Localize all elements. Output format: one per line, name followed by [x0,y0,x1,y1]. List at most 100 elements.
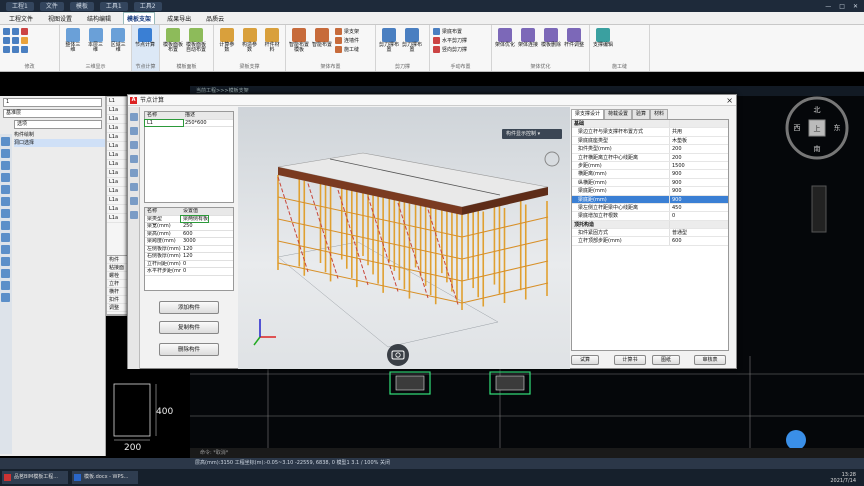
display-control-dropdown[interactable]: 构件显示控制 ▾ [502,129,562,139]
list-item[interactable]: L1a [107,151,129,160]
prop-tab[interactable]: 荷载设置 [604,109,633,119]
menu-tab-active[interactable]: 模板支架 [123,12,156,24]
menu-tab[interactable]: 品质云 [203,13,227,24]
prop-row[interactable]: 梁底距(mm) 900 [572,187,728,196]
table-row[interactable]: 梁高(mm) 600 [145,231,233,238]
small-tool[interactable]: 竖向剪刀撑 [433,46,467,53]
reset-view-icon[interactable] [544,151,560,167]
list-item[interactable]: L1a [107,160,129,169]
title-tab[interactable]: 工具2 [133,1,162,11]
prop-item[interactable]: 构件 [107,256,129,264]
nav-bar[interactable] [811,185,827,233]
prop-row[interactable]: 横距离(mm) 900 [572,170,728,179]
prop-tab[interactable]: 材料 [650,109,669,119]
table-row[interactable]: 梁类型 梁两侧有板 [145,214,233,223]
prop-row[interactable]: 步距(mm) 1500 [572,161,728,171]
prop-row[interactable]: 梁底底座类型 木垫板 [572,136,728,146]
close-icon[interactable]: × [726,95,733,106]
delete-member-button[interactable]: 删除构件 [159,343,219,356]
tool-icon[interactable] [1,293,10,302]
taskbar-app[interactable]: 品茗BIM模板工程... [2,471,68,484]
title-tab[interactable]: 文件 [39,1,64,11]
table-cell[interactable]: 120 [181,253,193,260]
member-material-button[interactable]: 杆件材料 [262,28,282,53]
prop-row[interactable]: 梁边立杆与梁支撑杆布置方式 共用 [572,128,728,137]
floor-dropdown[interactable]: 1 [3,98,102,107]
tool-icon[interactable] [1,137,10,146]
tool-tab-icon[interactable] [130,155,138,163]
tool-tab-icon[interactable] [130,113,138,121]
brace-place-button[interactable]: 剪刀撑布置 [402,28,422,53]
table-row[interactable]: 梁跨度(mm) 3000 [145,238,233,246]
table-cell[interactable]: 250 [181,223,193,230]
menu-tab[interactable]: 工程文件 [6,13,36,24]
prop-row[interactable]: 梁底增加立杆根数 0 [572,212,728,221]
support-edit-button[interactable]: 支撑编辑 [593,28,613,48]
tool-tab-icon[interactable] [130,127,138,135]
table-row[interactable]: 梁宽(mm) 250 [145,223,233,231]
tool-tab-icon[interactable] [130,197,138,205]
prop-row[interactable]: 立杆顶部步距(mm) 600 [572,237,728,246]
prop-value[interactable]: 200 [670,154,728,161]
menu-tab[interactable]: 视图设置 [45,13,75,24]
table-row[interactable]: 立杆间距(mm) 0 [145,261,233,268]
dialog-title-bar[interactable]: A 节点计算 × [128,95,736,106]
prop-group[interactable]: 基础 [572,120,728,129]
prop-value[interactable]: 0 [670,212,728,219]
tool-icon[interactable] [1,257,10,266]
prop-tab[interactable]: 验算 [632,109,651,119]
table-cell[interactable]: L1 [144,118,184,127]
tool-icon[interactable] [1,245,10,254]
prop-group[interactable]: 顶托构造 [572,220,728,230]
prop-row[interactable]: 纵横距(mm) 900 [572,178,728,188]
command-line[interactable]: 命令: *取消* [190,448,864,458]
calc-param-button[interactable]: 计算参数 [217,28,237,53]
add-member-button[interactable]: 添加构件 [159,301,219,314]
tree-item-opening[interactable]: 洞口选择 [14,139,105,147]
table-row[interactable]: 水平杆步距(mm)0 [145,268,233,276]
calc-report-button[interactable]: 计算书 [614,355,646,365]
compass[interactable]: 北 南 东 西 上 [785,96,849,160]
prop-row[interactable]: 扣件类型(mm) 200 [572,145,728,154]
prop-value[interactable]: 900 [670,179,728,186]
smart-place-button[interactable]: 智能布置 [312,28,332,48]
list-item[interactable]: L1a [107,196,129,205]
prop-value[interactable]: 900 [670,170,728,177]
option-dropdown[interactable]: 选项 [14,120,102,129]
table-cell[interactable]: 0 [181,261,186,268]
tool-icon[interactable] [1,221,10,230]
review-table-button[interactable]: 审核表 [694,355,726,365]
menu-tab[interactable]: 成果导出 [164,13,194,24]
list-item[interactable]: L1a [107,169,129,178]
tool-icon[interactable] [1,185,10,194]
tool-tab-icon[interactable] [130,211,138,219]
copy-member-button[interactable]: 复制构件 [159,321,219,334]
small-tool[interactable]: 施工缝 [335,46,359,53]
prop-row-selected[interactable]: 梁底距(mm) 900 [572,195,728,204]
tree-item-draw[interactable]: 构件绘制 [14,131,105,139]
table-row[interactable]: L1 250*600 [144,118,233,127]
small-tool[interactable]: 梁底布置 [433,28,467,35]
table-cell[interactable]: 600 [181,231,193,238]
prop-value[interactable]: 900 [670,187,728,194]
list-item[interactable]: L1 [107,97,129,106]
area-3d-button[interactable]: 区域三维 [108,28,128,53]
list-item[interactable]: L1a [107,205,129,214]
struct-param-button[interactable]: 构造参数 [240,28,260,53]
drawing-button[interactable]: 图纸 [652,355,680,365]
smart-formwork-button[interactable]: 智能布置模板 [289,28,309,53]
formwork-place-button[interactable]: 模板面板布置 [163,28,183,53]
prop-value[interactable]: 200 [670,145,728,152]
camera-icon[interactable] [387,344,409,366]
tool-icon[interactable] [1,161,10,170]
floor-3d-button[interactable]: 本层三维 [86,28,106,53]
prop-value[interactable]: 共用 [670,128,728,135]
formwork-delete-button[interactable]: 模板删除 [541,28,561,48]
maximize-icon[interactable]: □ [839,3,845,10]
tool-icon[interactable] [1,281,10,290]
frame-link-button[interactable]: 架体连接 [518,28,538,48]
table-cell[interactable]: 120 [181,246,193,253]
node-calc-button[interactable]: 节点计算 [135,28,155,48]
table-cell[interactable]: 梁两侧有板 [179,214,210,223]
prop-row[interactable]: 扣件紧固方式 普通型 [572,229,728,238]
